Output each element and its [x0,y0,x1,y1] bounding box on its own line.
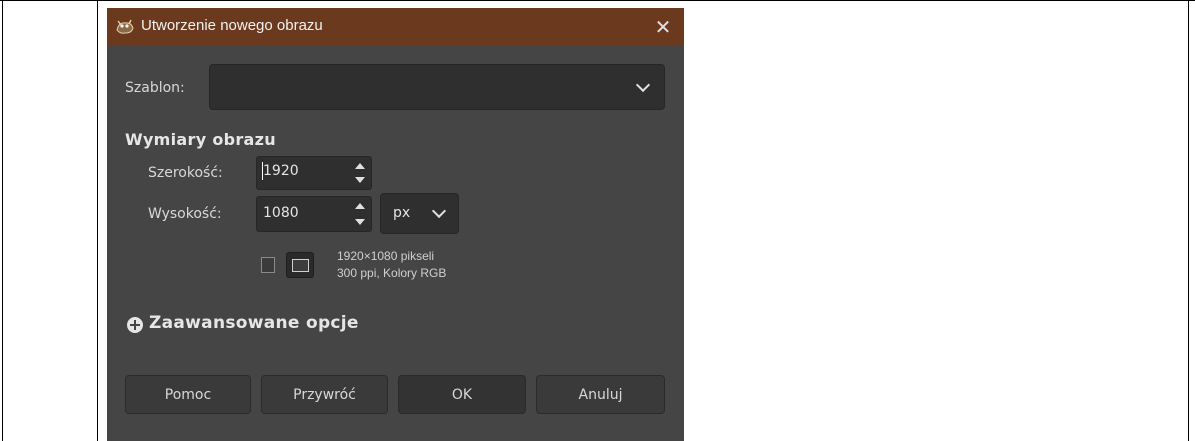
image-resolution-info: 300 ppi, Kolory RGB [337,266,447,280]
height-input[interactable]: 1080 [263,205,299,221]
landscape-orientation-icon [292,259,309,272]
arrow-up-icon[interactable] [355,163,365,169]
template-label: Szablon: [125,80,185,96]
help-button[interactable]: Pomoc [125,375,251,414]
new-image-dialog: Utworzenie nowego obrazu ✕ Szablon: Wymi… [107,8,684,441]
portrait-orientation-icon[interactable] [261,257,275,273]
cancel-button[interactable]: Anuluj [536,375,665,414]
close-button[interactable]: ✕ [650,14,676,40]
advanced-options-toggle[interactable]: Zaawansowane opcje [149,313,359,333]
landscape-orientation-button[interactable] [286,252,314,278]
frame-right-line [1188,0,1189,441]
image-info: 1920×1080 pikseli 300 ppi, Kolory RGB [337,248,446,282]
template-select[interactable] [209,64,665,110]
height-spinner[interactable]: 1080 [256,196,372,232]
frame-left-line [2,0,3,441]
width-stepper[interactable] [349,157,371,189]
frame-top-line [0,0,1195,1]
arrow-down-icon[interactable] [355,177,365,183]
gimp-wilber-icon [116,19,134,34]
height-stepper[interactable] [349,197,371,231]
dimensions-section-title: Wymiary obrazu [125,130,276,149]
height-label: Wysokość: [148,206,222,222]
unit-select[interactable]: px [380,193,459,234]
arrow-up-icon[interactable] [355,203,365,209]
reset-button[interactable]: Przywróć [261,375,388,414]
plus-circle-icon[interactable] [127,317,143,333]
arrow-down-icon[interactable] [355,219,365,225]
unit-select-value: px [393,205,411,221]
width-label: Szerokość: [148,165,223,181]
chevron-down-icon [635,77,651,93]
ok-button[interactable]: OK [398,375,526,414]
width-spinner[interactable]: 1920 [256,156,372,190]
dialog-title: Utworzenie nowego obrazu [141,17,323,34]
width-input[interactable]: 1920 [263,163,299,179]
close-icon: ✕ [654,15,672,39]
dialog-titlebar[interactable]: Utworzenie nowego obrazu ✕ [107,8,684,46]
image-size-info: 1920×1080 pikseli [337,249,435,263]
frame-divider-line [97,0,98,441]
chevron-down-icon [431,203,447,219]
